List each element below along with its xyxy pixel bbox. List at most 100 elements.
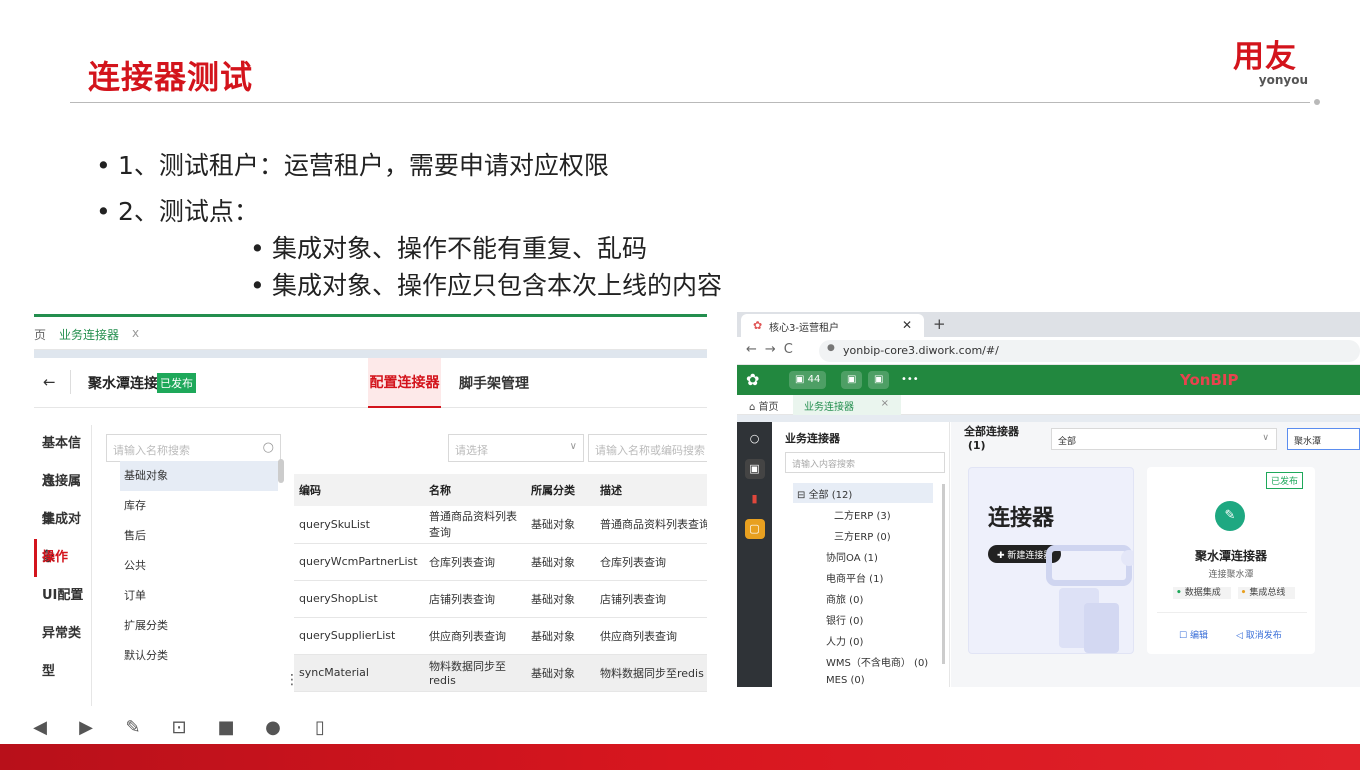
nav-buttons-icon[interactable]: ←→C: [746, 342, 801, 357]
tree-scrollbar[interactable]: [278, 459, 284, 483]
book-icon[interactable]: ▮: [745, 489, 765, 509]
tree-item[interactable]: 商旅 (0): [826, 591, 928, 612]
pen-icon[interactable]: ✎: [121, 716, 145, 740]
bullet-1: • 1、测试租户：运营租户，需要申请对应权限: [96, 151, 609, 180]
filter-select[interactable]: 全部 ∨: [1051, 428, 1277, 450]
more-icon[interactable]: ●: [261, 716, 285, 740]
app-icon[interactable]: ▣: [841, 371, 863, 389]
back-arrow-icon[interactable]: ←: [43, 373, 56, 391]
tree-item[interactable]: 协同OA (1): [826, 549, 928, 570]
tree-item[interactable]: 银行 (0): [826, 612, 928, 633]
sidebar-item-operations[interactable]: 操作: [34, 539, 91, 577]
tree-search-placeholder: 请输入内容搜索: [792, 460, 856, 470]
table-row[interactable]: queryShopList 店铺列表查询 基础对象 店铺列表查询: [294, 580, 707, 618]
name-search-input[interactable]: 请输入名称搜索 ○: [106, 434, 281, 462]
app-logo-icon[interactable]: ✿: [746, 370, 759, 389]
tag-data-integration: • 数据集成: [1173, 587, 1231, 599]
device-icon[interactable]: ▯: [308, 716, 332, 740]
bullet-4: • 集成对象、操作应只包含本次上线的内容: [250, 271, 723, 300]
col-category: 所属分类: [526, 474, 595, 506]
table-row[interactable]: querySkuList 普通商品资料列表查询 基础对象 普通商品资料列表查询: [294, 506, 707, 544]
select-placeholder: 请选择: [455, 444, 488, 457]
search-icon[interactable]: ○: [745, 429, 765, 449]
band: [737, 415, 1360, 422]
col-name: 名称: [424, 474, 526, 506]
tree-item[interactable]: 二方ERP (3): [834, 507, 928, 528]
edit-link[interactable]: ☐ 编辑: [1179, 628, 1208, 641]
category-select[interactable]: 请选择 ∨: [448, 434, 584, 462]
tree-item[interactable]: MES (0): [826, 675, 928, 687]
sidebar-item-basic-info[interactable]: 基本信息: [34, 425, 91, 489]
connector-header: ← 聚水潭连接器 已发布 配置连接器 脚手架管理: [34, 358, 707, 408]
table-row[interactable]: querySupplierList 供应商列表查询 基础对象 供应商列表查询: [294, 617, 707, 655]
sidebar-item-integration-objects[interactable]: 集成对象: [34, 501, 91, 565]
tab-home[interactable]: ⌂ 首页: [749, 398, 779, 413]
panel-scrollbar[interactable]: [942, 484, 945, 664]
bullet-text: 集成对象、操作不能有重复、乱码: [272, 234, 648, 263]
tree-item[interactable]: 扩展分类: [120, 611, 278, 641]
tag-label: 集成总线: [1246, 587, 1289, 599]
tree-item[interactable]: WMS（不含电商） (0): [826, 654, 928, 675]
favicon-icon: ✿: [753, 319, 763, 332]
tag-label: 数据集成: [1181, 587, 1224, 599]
tree-item[interactable]: 默认分类: [120, 641, 278, 671]
cell-category: 基础对象: [526, 543, 595, 581]
sidebar-item-ui-config[interactable]: UI配置: [34, 577, 91, 615]
status-badge: 已发布: [157, 373, 196, 393]
filter-value: 全部: [1058, 437, 1077, 447]
browser-tab[interactable]: ✿ 核心3-运营租户 ✕: [741, 314, 924, 337]
tree-item[interactable]: 人力 (0): [826, 633, 928, 654]
message-badge[interactable]: ▣ 44: [789, 371, 827, 389]
table-row[interactable]: queryWcmPartnerList 仓库列表查询 基础对象 仓库列表查询: [294, 543, 707, 581]
main-title: 全部连接器 (1): [964, 425, 1019, 453]
home-label: 首页: [758, 402, 779, 413]
tree-item[interactable]: 公共: [120, 551, 278, 581]
prev-icon[interactable]: ◀: [28, 716, 52, 740]
drag-handle-icon[interactable]: ⋮: [285, 672, 299, 688]
app-icon[interactable]: ▢: [744, 519, 765, 539]
tab-edge[interactable]: 页: [34, 326, 46, 343]
close-icon[interactable]: ✕: [902, 318, 912, 332]
close-icon[interactable]: ×: [881, 398, 889, 409]
sidebar-item-connection-props[interactable]: 连接属性: [34, 463, 91, 527]
tree-items: 二方ERP (3) 三方ERP (0) 协同OA (1) 电商平台 (1) 商旅…: [826, 507, 928, 687]
cell-description: 店铺列表查询: [595, 580, 707, 618]
tab-close-icon[interactable]: x: [132, 326, 139, 340]
tree-item[interactable]: 基础对象: [120, 461, 278, 491]
bullet-3: • 集成对象、操作不能有重复、乱码: [250, 234, 648, 263]
keyword-input[interactable]: 聚水潭: [1287, 428, 1360, 450]
tree-item[interactable]: 三方ERP (0): [834, 528, 928, 549]
folder-icon[interactable]: ▣: [744, 459, 765, 479]
tree-item[interactable]: 电商平台 (1): [826, 570, 928, 591]
connector-illustration-icon: [1046, 545, 1133, 653]
tree-item[interactable]: 订单: [120, 581, 278, 611]
address-bar: ←→C ● yonbip-core3.diwork.com/#/: [737, 337, 1360, 365]
tab-scaffold-management[interactable]: 脚手架管理: [459, 373, 529, 393]
unpublish-link[interactable]: ◁ 取消发布: [1236, 628, 1282, 641]
next-icon[interactable]: ▶: [74, 716, 98, 740]
table-row[interactable]: syncMaterial 物料数据同步至redis 基础对象 物料数据同步至re…: [294, 654, 707, 692]
tree-search-input[interactable]: 请输入内容搜索: [785, 452, 945, 473]
tab-business-connector[interactable]: 业务连接器: [59, 326, 119, 343]
connector-card[interactable]: 已发布 ✎ 聚水潭连接器 连接聚水潭 • 数据集成 • 集成总线 ☐ 编辑 ◁ 取消…: [1147, 467, 1315, 654]
tree-item[interactable]: 库存: [120, 491, 278, 521]
cell-name: 仓库列表查询: [424, 543, 526, 581]
tree-item[interactable]: 售后: [120, 521, 278, 551]
more-icon[interactable]: •••: [895, 371, 925, 389]
new-tab-icon[interactable]: +: [933, 315, 946, 333]
tab-config-connector[interactable]: 配置连接器: [368, 358, 441, 408]
url-field[interactable]: ● yonbip-core3.diwork.com/#/: [819, 340, 1360, 362]
tree-root[interactable]: ⊟ 全部 (12): [793, 483, 933, 503]
app-icon[interactable]: ▣: [868, 371, 890, 389]
divider: [70, 370, 71, 394]
cell-category: 基础对象: [526, 580, 595, 618]
dark-sidebar: ○ ▣ ▮ ▢: [737, 422, 772, 687]
connector-list-screenshot: ✿ 核心3-运营租户 ✕ + ←→C ● yonbip-core3.diwork…: [737, 312, 1360, 687]
sidebar-item-exception-types[interactable]: 异常类型: [34, 615, 91, 679]
screenshot-icon[interactable]: ⊡: [167, 716, 191, 740]
main-count: (1): [967, 439, 986, 452]
camera-icon[interactable]: ■: [214, 716, 238, 740]
tab-business-connector[interactable]: 业务连接器 ×: [793, 395, 901, 415]
yonyou-logo: 用友 yonyou: [1222, 40, 1308, 86]
code-search-input[interactable]: 请输入名称或编码搜索: [588, 434, 707, 462]
